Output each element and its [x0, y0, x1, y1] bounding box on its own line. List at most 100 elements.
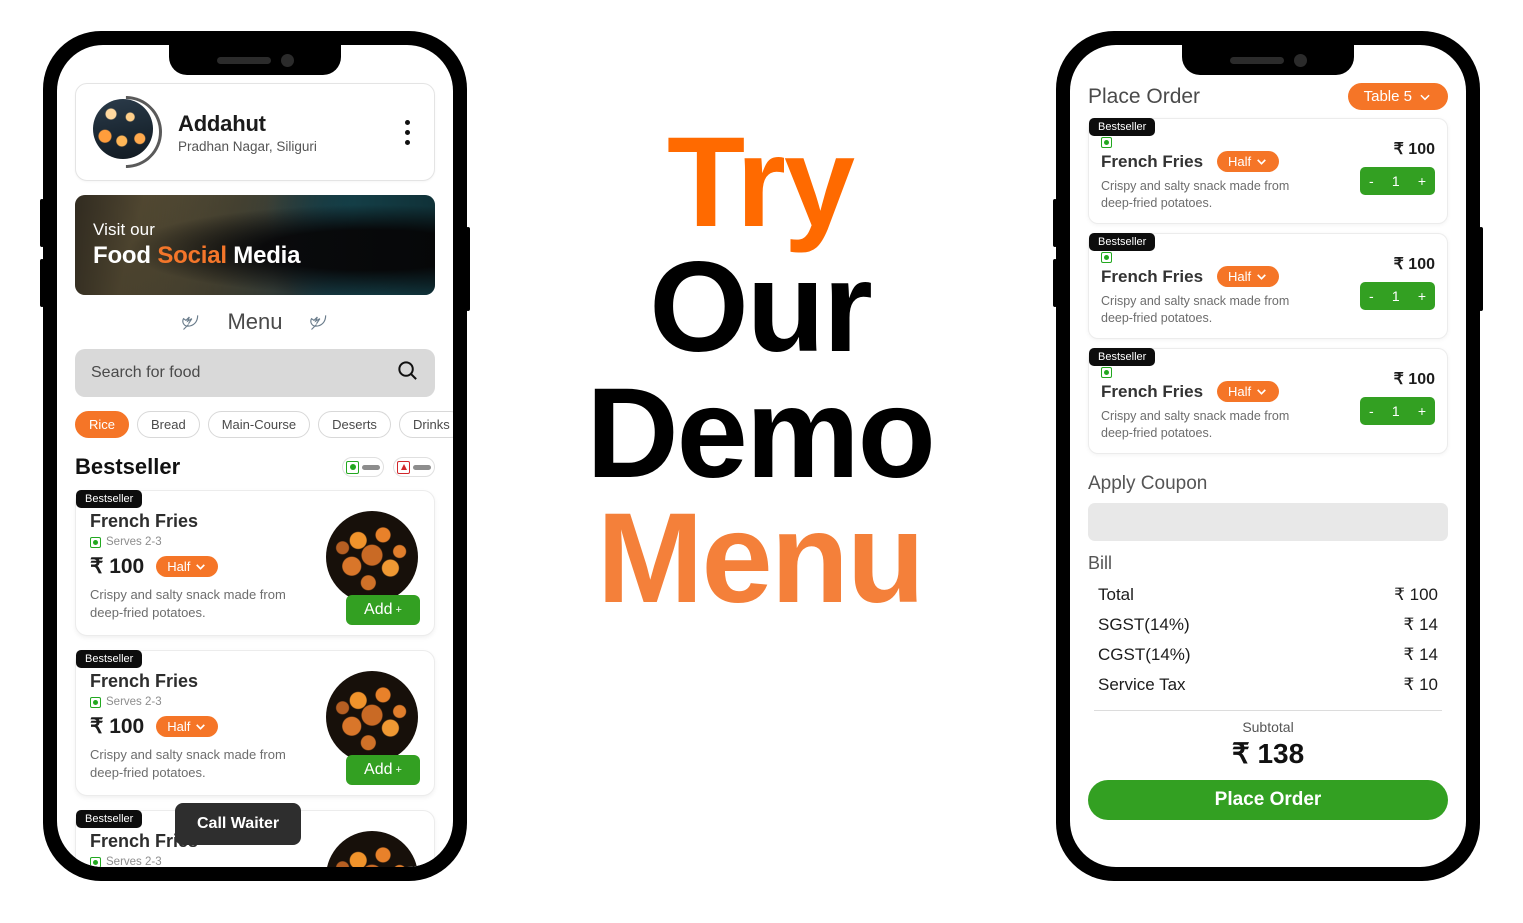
bestseller-tag: Bestseller	[76, 490, 143, 508]
table-selector[interactable]: Table 5	[1347, 83, 1448, 110]
portion-label: Half	[1228, 384, 1252, 399]
phone-left-power-button[interactable]	[466, 227, 470, 311]
chip-rice[interactable]: Rice	[75, 411, 130, 438]
bill-divider	[1094, 710, 1442, 711]
cart-item-row[interactable]: Bestseller French Fries Half Crispy and …	[1088, 118, 1448, 224]
chip-drinks[interactable]: Drinks	[398, 411, 453, 438]
quantity-stepper[interactable]: - 1 +	[1360, 282, 1435, 310]
add-to-cart-button[interactable]: Add +	[346, 755, 420, 786]
decrement-button[interactable]: -	[1369, 403, 1374, 419]
cart-item-price: ₹ 100	[1393, 141, 1435, 158]
hero-line-demo: Demo	[586, 361, 936, 505]
portion-selector[interactable]: Half	[156, 716, 219, 738]
banner-title-part1: Food	[93, 242, 158, 269]
nonveg-mark-icon	[397, 460, 410, 474]
veg-mark-icon	[90, 696, 101, 708]
serves-text: Serves 2-3	[106, 856, 162, 867]
bestseller-tag: Bestseller	[1089, 233, 1156, 251]
chevron-down-icon	[196, 724, 206, 730]
chip-bread[interactable]: Bread	[137, 411, 200, 438]
cart-item-price: ₹ 100	[1393, 371, 1435, 388]
call-waiter-tooltip[interactable]: Call Waiter	[175, 803, 302, 845]
bestseller-tag: Bestseller	[1089, 348, 1156, 366]
cart-item-row[interactable]: Bestseller French Fries Half Crispy and …	[1088, 233, 1448, 339]
phone-left-volume-up-button[interactable]	[40, 199, 44, 247]
quantity-stepper[interactable]: - 1 +	[1360, 167, 1435, 195]
cart-item-row[interactable]: Bestseller French Fries Half Crispy and …	[1088, 348, 1448, 454]
front-camera-icon	[1293, 53, 1307, 67]
portion-label: Half	[1228, 154, 1252, 169]
section-title: Bestseller	[75, 454, 181, 479]
add-plus-icon: +	[395, 764, 402, 777]
add-label: Add	[364, 601, 393, 619]
decrement-button[interactable]: -	[1369, 173, 1374, 189]
leaf-decoration-icon	[181, 312, 201, 332]
chip-main-course[interactable]: Main-Course	[207, 411, 311, 438]
cart-item-description: Crispy and salty snack made from deep-fr…	[1101, 294, 1290, 325]
banner-title: Food Social Media	[93, 242, 435, 270]
veg-mark-icon	[90, 536, 101, 548]
portion-selector[interactable]: Half	[1217, 381, 1280, 402]
earpiece-speaker-icon	[1229, 56, 1284, 64]
hero-line-try: Try	[666, 111, 855, 254]
cart-item-name: French Fries	[1101, 381, 1204, 401]
decrement-button[interactable]: -	[1369, 288, 1374, 304]
chip-deserts[interactable]: Deserts	[318, 411, 391, 438]
quantity-value: 1	[1391, 173, 1400, 189]
increment-button[interactable]: +	[1418, 173, 1426, 189]
food-thumbnail	[326, 671, 418, 764]
phone-left-volume-down-button[interactable]	[40, 259, 44, 307]
bill-row-value: ₹ 10	[1403, 675, 1438, 694]
search-bar[interactable]	[75, 349, 435, 397]
portion-selector[interactable]: Half	[1217, 151, 1280, 172]
increment-button[interactable]: +	[1418, 288, 1426, 304]
food-card[interactable]: Bestseller French Fries Serves 2-3 ₹ 100	[75, 650, 435, 797]
quantity-stepper[interactable]: - 1 +	[1360, 397, 1435, 425]
bill-row: SGST(14%) ₹ 14	[1098, 610, 1438, 640]
search-icon[interactable]	[396, 359, 419, 387]
screenshot-root: Addahut Pradhan Nagar, Siliguri Visit ou…	[0, 0, 1523, 923]
place-order-button[interactable]: Place Order	[1088, 780, 1448, 820]
phone-left-screen: Addahut Pradhan Nagar, Siliguri Visit ou…	[57, 45, 453, 867]
veg-mark-icon	[1101, 252, 1112, 263]
portion-selector[interactable]: Half	[1217, 266, 1280, 287]
subtotal-label: Subtotal	[1242, 719, 1294, 735]
order-screen-content: Place Order Table 5 Bestseller French Fr…	[1070, 45, 1466, 867]
phone-left-notch	[169, 45, 341, 75]
portion-label: Half	[1228, 269, 1252, 284]
chevron-down-icon	[1257, 274, 1267, 280]
portion-label: Half	[167, 559, 191, 574]
food-description: Crispy and salty snack made from deep-fr…	[90, 747, 286, 780]
bill-rows: Total ₹ 100 SGST(14%) ₹ 14 CGST(14%) ₹ 1…	[1088, 580, 1448, 700]
earpiece-speaker-icon	[216, 56, 271, 64]
increment-button[interactable]: +	[1418, 403, 1426, 419]
phone-right-volume-up-button[interactable]	[1053, 199, 1057, 247]
bill-row-label: Total	[1098, 585, 1134, 604]
phone-mockup-menu: Addahut Pradhan Nagar, Siliguri Visit ou…	[40, 31, 470, 881]
food-price: ₹ 100	[90, 715, 145, 739]
chevron-down-icon	[1257, 159, 1267, 165]
phone-right-volume-down-button[interactable]	[1053, 259, 1057, 307]
nonveg-filter-toggle[interactable]	[393, 457, 435, 477]
coupon-input[interactable]	[1088, 503, 1448, 541]
coupon-label: Apply Coupon	[1088, 473, 1208, 494]
cart-item-description: Crispy and salty snack made from deep-fr…	[1101, 409, 1290, 440]
subtotal-value: ₹ 138	[1231, 738, 1305, 769]
food-name: French Fries	[90, 671, 199, 692]
portion-selector[interactable]: Half	[156, 556, 219, 577]
social-media-banner[interactable]: Visit our Food Social Media	[75, 195, 435, 295]
veg-filter-toggle[interactable]	[342, 457, 384, 477]
toggle-track	[362, 464, 380, 470]
food-card[interactable]: Bestseller French Fries Serves 2-3 ₹ 100	[75, 490, 435, 637]
veg-mark-icon	[1101, 367, 1112, 378]
bill-row-value: ₹ 14	[1403, 645, 1438, 664]
chevron-down-icon	[1420, 94, 1430, 100]
kebab-menu-icon[interactable]	[394, 119, 420, 145]
add-plus-icon: +	[395, 604, 402, 617]
phone-right-power-button[interactable]	[1479, 227, 1483, 311]
search-input[interactable]	[91, 364, 370, 382]
add-to-cart-button[interactable]: Add +	[346, 595, 420, 626]
banner-title-part2: Media	[226, 242, 301, 269]
serves-text: Serves 2-3	[106, 536, 162, 548]
bestseller-tag: Bestseller	[1089, 118, 1156, 136]
